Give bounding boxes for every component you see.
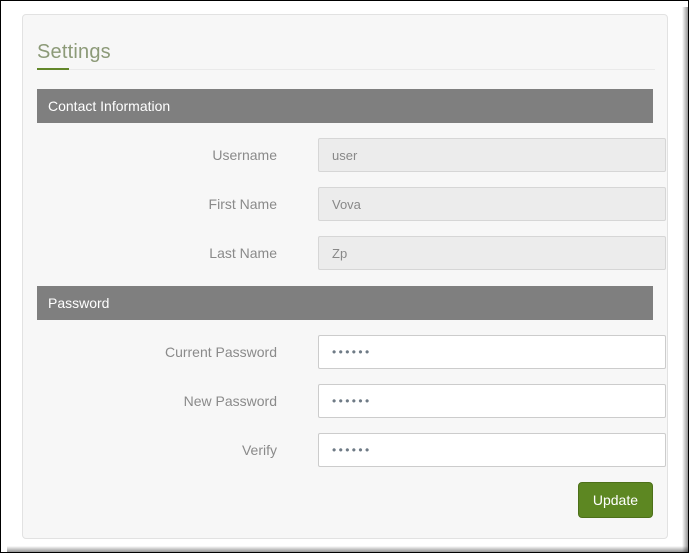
- settings-panel: Settings Contact Information Username Fi…: [22, 14, 668, 539]
- frame-shadow-right: [682, 7, 688, 552]
- input-username[interactable]: [318, 138, 666, 172]
- field-row-first-name: First Name: [37, 187, 666, 221]
- form-actions: Update: [37, 482, 653, 522]
- update-button[interactable]: Update: [577, 482, 653, 518]
- title-divider-accent: [37, 68, 69, 70]
- input-new-password[interactable]: [318, 384, 666, 418]
- field-row-last-name: Last Name: [37, 236, 666, 270]
- label-username: Username: [212, 147, 277, 163]
- field-row-current-password: Current Password: [37, 335, 666, 369]
- label-verify: Verify: [241, 442, 277, 458]
- title-divider: [37, 69, 655, 70]
- section-header-contact-information: Contact Information: [37, 89, 653, 123]
- field-row-verify: Verify: [37, 433, 666, 467]
- input-last-name[interactable]: [318, 236, 666, 270]
- label-first-name: First Name: [208, 196, 277, 212]
- label-current-password: Current Password: [164, 344, 277, 360]
- screenshot-frame: Settings Contact Information Username Fi…: [0, 0, 689, 553]
- label-new-password: New Password: [183, 393, 277, 409]
- label-last-name: Last Name: [209, 245, 277, 261]
- field-row-new-password: New Password: [37, 384, 666, 418]
- input-verify-password[interactable]: [318, 433, 666, 467]
- input-current-password[interactable]: [318, 335, 666, 369]
- page-title: Settings: [37, 41, 111, 63]
- section-header-password: Password: [37, 286, 653, 320]
- field-row-username: Username: [37, 138, 666, 172]
- input-first-name[interactable]: [318, 187, 666, 221]
- frame-shadow-bottom: [7, 546, 688, 552]
